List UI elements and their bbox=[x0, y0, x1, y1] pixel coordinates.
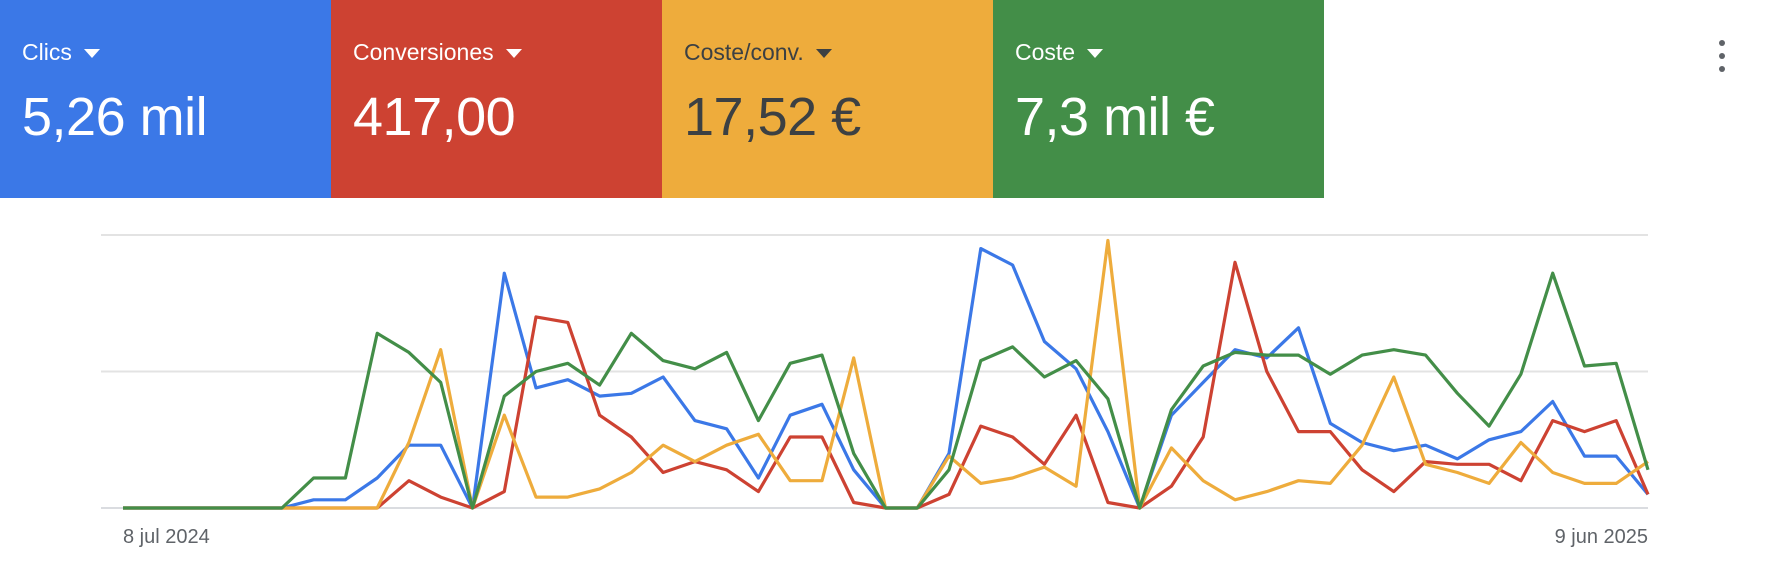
series-line-2[interactable] bbox=[123, 260, 1650, 510]
x-tick-label-end: 9 jun 2025 bbox=[1555, 526, 1648, 548]
line-chart: 8 jul 2024 9 jun 2025 bbox=[101, 234, 1650, 548]
series-line-4[interactable] bbox=[123, 271, 1650, 510]
x-tick-label-start: 8 jul 2024 bbox=[123, 526, 210, 548]
